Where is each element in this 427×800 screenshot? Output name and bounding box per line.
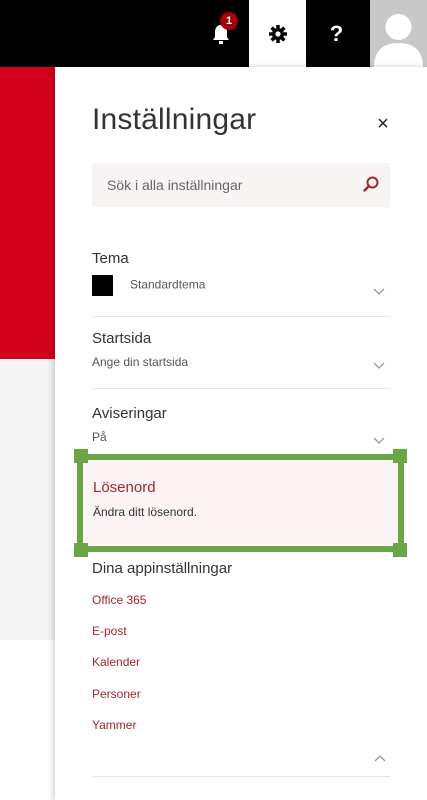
chevron-up-icon[interactable] (374, 754, 386, 762)
start-page-section[interactable]: Startsida Ange din startsida (92, 330, 390, 380)
chevron-down-icon (373, 288, 385, 295)
close-button[interactable]: × (373, 112, 393, 135)
chevron-down-icon (373, 437, 385, 444)
app-link-people[interactable]: Personer (92, 687, 141, 701)
notification-badge: 1 (220, 12, 238, 30)
settings-button[interactable] (249, 0, 306, 67)
password-section[interactable]: Lösenord Ändra ditt lösenord. (81, 457, 400, 550)
search-icon[interactable] (362, 175, 380, 193)
settings-panel: Inställningar × Tema Standardtema Starts… (55, 67, 427, 800)
divider (92, 776, 390, 777)
avatar-icon (374, 14, 423, 67)
app-link-calendar[interactable]: Kalender (92, 655, 140, 669)
theme-section[interactable]: Tema Standardtema (92, 250, 390, 305)
divider (92, 316, 390, 317)
password-label: Lösenord (93, 479, 156, 496)
app-link-mail[interactable]: E-post (92, 624, 127, 638)
app-link-office-365[interactable]: Office 365 (92, 593, 146, 607)
notifications-section[interactable]: Aviseringar På (92, 405, 390, 455)
notifications-button[interactable]: 1 (192, 0, 249, 67)
background-page-area (0, 359, 55, 640)
gear-icon (268, 24, 287, 43)
top-bar: 1 ? (0, 0, 427, 67)
notifications-label: Aviseringar (92, 405, 167, 422)
help-button[interactable]: ? (308, 0, 365, 67)
start-page-value: Ange din startsida (92, 355, 189, 369)
theme-value-row: Standardtema (92, 275, 390, 296)
theme-value: Standardtema (130, 277, 206, 292)
divider (92, 388, 390, 389)
start-page-label: Startsida (92, 330, 152, 347)
search-input[interactable] (105, 176, 349, 194)
help-icon: ? (329, 20, 344, 46)
settings-search (92, 163, 390, 207)
notifications-value: På (92, 430, 107, 444)
close-icon: × (377, 112, 389, 135)
panel-title: Inställningar (92, 103, 257, 136)
app-settings-header: Dina appinställningar (92, 560, 390, 584)
password-value: Ändra ditt lösenord. (93, 505, 198, 519)
app-link-yammer[interactable]: Yammer (92, 718, 136, 732)
avatar-button[interactable] (370, 0, 427, 67)
chevron-down-icon (373, 362, 385, 369)
theme-label: Tema (92, 250, 129, 267)
app-settings-label: Dina appinställningar (92, 560, 233, 577)
theme-swatch (92, 275, 113, 296)
background-brand-strip (0, 67, 55, 359)
